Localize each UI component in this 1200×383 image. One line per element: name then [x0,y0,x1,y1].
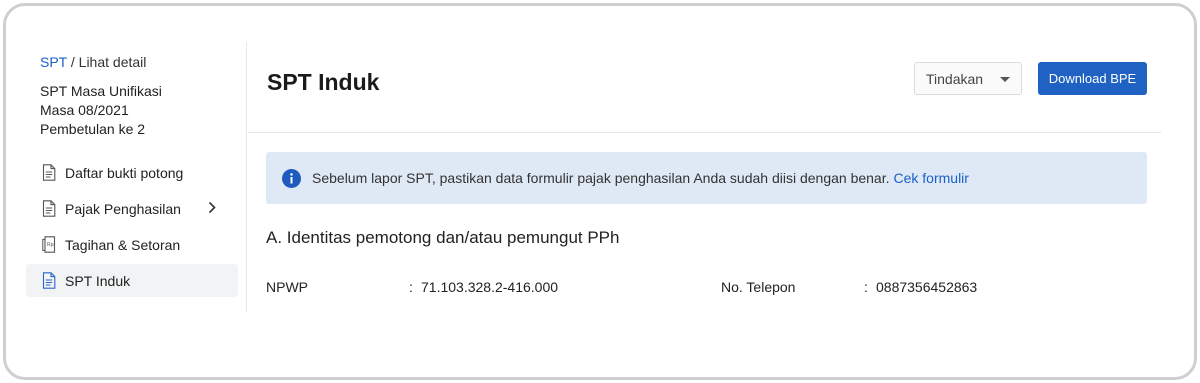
spt-meta: SPT Masa Unifikasi Masa 08/2021 Pembetul… [40,82,162,139]
page-title: SPT Induk [267,69,380,95]
sidebar-item-pajak-penghasilan[interactable]: Pajak Penghasilan [26,192,238,225]
caret-down-icon [1000,77,1010,82]
sidebar-item-label: Tagihan & Setoran [65,236,181,253]
telepon-value: 0887356452863 [876,279,978,295]
breadcrumb: SPT / Lihat detail [40,54,146,70]
chevron-right-icon [208,201,216,214]
sidebar-item-label: SPT Induk [65,272,131,289]
spt-meta-period: Masa 08/2021 [40,102,129,118]
document-icon [42,272,56,289]
cek-formulir-link[interactable]: Cek formulir [894,170,969,186]
breadcrumb-current: Lihat detail [78,54,147,70]
receipt-icon: Rp [42,236,56,253]
spt-meta-title: SPT Masa Unifikasi [40,83,162,99]
sidebar-item-label: Pajak Penghasilan [65,200,181,217]
info-icon [282,168,301,188]
alert-message: Sebelum lapor SPT, pastikan data formuli… [312,170,890,186]
breadcrumb-separator: / [66,54,79,70]
sidebar-item-spt-induk[interactable]: SPT Induk [26,264,238,297]
info-alert: Sebelum lapor SPT, pastikan data formuli… [266,152,1147,204]
sidebar-item-label: Daftar bukti potong [65,164,184,181]
spt-meta-revision: Pembetulan ke 2 [40,121,146,137]
telepon-label: No. Telepon [721,279,796,295]
npwp-value: 71.103.328.2-416.000 [421,279,559,295]
svg-text:Rp: Rp [47,242,54,248]
document-icon [42,200,56,217]
action-select-label: Tindakan [926,71,984,87]
npwp-separator: : [409,279,413,295]
telepon-separator: : [864,279,868,295]
sidebar-item-daftar-bukti-potong[interactable]: Daftar bukti potong [26,156,238,189]
breadcrumb-link-spt[interactable]: SPT [40,54,67,70]
npwp-label: NPWP [266,279,308,295]
sidebar: SPT / Lihat detail SPT Masa Unifikasi Ma… [26,42,247,312]
section-title: A. Identitas pemotong dan/atau pemungut … [266,228,620,247]
action-select[interactable]: Tindakan [914,62,1022,95]
document-icon [42,164,56,181]
download-bpe-button[interactable]: Download BPE [1038,62,1147,95]
sidebar-item-tagihan-setoran[interactable]: Rp Tagihan & Setoran [26,228,238,261]
main-header: SPT Induk Tindakan Download BPE [248,42,1161,133]
